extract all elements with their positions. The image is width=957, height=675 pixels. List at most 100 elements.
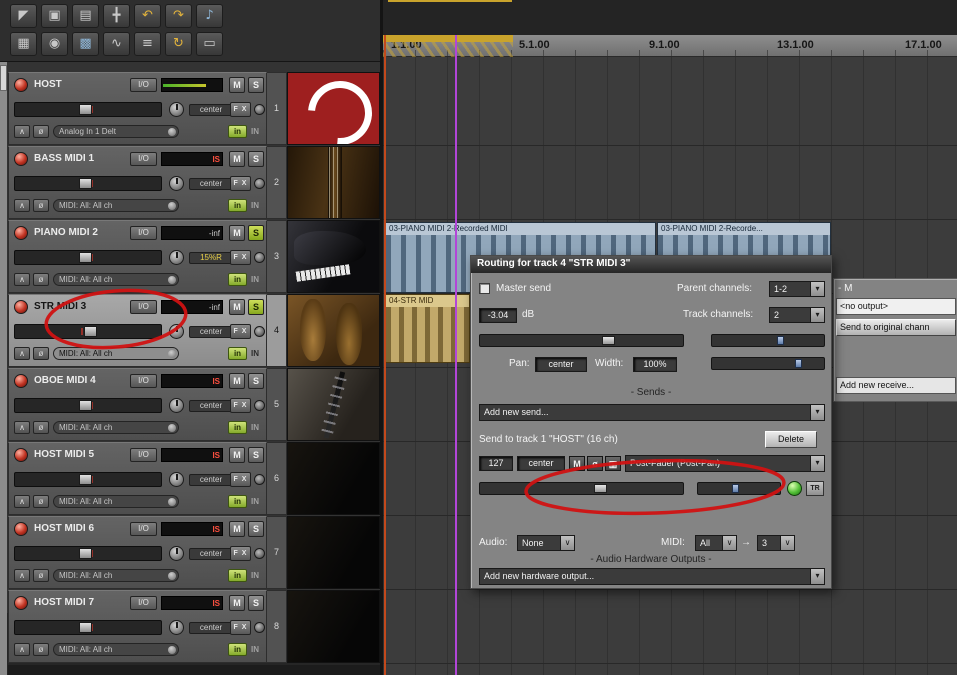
item-edit-icon[interactable]: ▣	[41, 4, 68, 28]
phase-button[interactable]: ø	[33, 273, 49, 286]
fx-button[interactable]: F X	[230, 176, 251, 191]
edit-cursor[interactable]	[455, 35, 457, 675]
fader-thumb[interactable]	[79, 178, 93, 189]
send-mono-stereo-icon[interactable]: ▥	[605, 456, 621, 471]
track-volume-fader[interactable]	[479, 334, 684, 347]
pan-knob[interactable]	[169, 250, 184, 265]
track-name[interactable]: BASS MIDI 1	[34, 153, 128, 164]
midi-editor-icon[interactable]: ≡	[134, 32, 161, 56]
marquee-select-icon[interactable]: ▤	[72, 4, 99, 28]
io-button[interactable]: I/O	[130, 596, 157, 610]
track-name[interactable]: HOST MIDI 5	[34, 449, 128, 460]
input-fx-button[interactable]: in	[228, 495, 247, 508]
play-cursor[interactable]	[384, 35, 386, 675]
dropdown-arrow-icon[interactable]: ∨	[780, 536, 794, 550]
phase-button[interactable]: ø	[33, 643, 49, 656]
send-pan-fader[interactable]	[697, 482, 781, 495]
fx-button[interactable]: F X	[230, 546, 251, 561]
routing-button[interactable]: MIDI: All: All ch	[53, 495, 179, 508]
pan-knob[interactable]	[169, 176, 184, 191]
solo-button[interactable]: S	[248, 225, 264, 241]
dropdown-arrow-icon[interactable]: ▾	[810, 405, 824, 420]
pointer-tool-icon[interactable]: ◤	[10, 4, 37, 28]
add-hardware-output-select[interactable]: Add new hardware output... ▾	[479, 568, 825, 585]
io-button[interactable]: I/O	[130, 78, 157, 92]
mixer-icon[interactable]: ▦	[10, 32, 37, 56]
fx-bypass-button[interactable]	[254, 326, 265, 337]
volume-fader[interactable]	[14, 472, 162, 487]
dropdown-arrow-icon[interactable]: ▾	[810, 569, 824, 584]
phase-button[interactable]: ø	[33, 199, 49, 212]
mute-button[interactable]: M	[229, 373, 245, 389]
mute-button[interactable]: M	[229, 225, 245, 241]
io-button[interactable]: I/O	[130, 522, 157, 536]
fx-bypass-button[interactable]	[254, 104, 265, 115]
fader-thumb[interactable]	[79, 104, 93, 115]
io-button[interactable]: I/O	[130, 152, 157, 166]
pan-knob[interactable]	[169, 102, 184, 117]
record-arm-button[interactable]	[14, 448, 28, 462]
fader-thumb[interactable]	[593, 484, 607, 493]
track-channels-select[interactable]: 2 ▾	[769, 307, 825, 323]
solo-button[interactable]: S	[248, 595, 264, 611]
record-arm-button[interactable]	[14, 226, 28, 240]
routing-button[interactable]: MIDI: All: All ch	[53, 199, 179, 212]
fader-thumb[interactable]	[776, 336, 784, 345]
track-pan-fader[interactable]	[711, 334, 825, 347]
track-name[interactable]: HOST MIDI 6	[34, 523, 128, 534]
pan-knob[interactable]	[169, 472, 184, 487]
send-mute-button[interactable]: M	[569, 456, 585, 471]
metronome-icon[interactable]: ♪	[196, 4, 223, 28]
fx-button[interactable]: F X	[230, 472, 251, 487]
send-volume-fader[interactable]	[479, 482, 684, 495]
folder-button[interactable]: ∧	[14, 421, 30, 434]
fx-button[interactable]: F X	[230, 102, 251, 117]
routing-button[interactable]: Analog In 1 Delt	[53, 125, 179, 138]
track-name[interactable]: STR MIDI 3	[34, 301, 128, 312]
dropdown-arrow-icon[interactable]: ▾	[810, 282, 824, 296]
mute-button[interactable]: M	[229, 77, 245, 93]
media-item-strings[interactable]: 04-STR MID	[385, 294, 470, 363]
tcp-scrollbar[interactable]	[0, 62, 7, 675]
volume-fader[interactable]	[14, 102, 162, 117]
volume-db-input[interactable]: -3.04	[479, 308, 517, 323]
phase-button[interactable]: ø	[33, 569, 49, 582]
fx-bypass-button[interactable]	[254, 178, 265, 189]
send-env-icon[interactable]	[787, 481, 802, 496]
io-button[interactable]: I/O	[130, 448, 157, 462]
fx-button[interactable]: F X	[230, 398, 251, 413]
solo-button[interactable]: S	[248, 77, 264, 93]
fader-thumb[interactable]	[79, 622, 93, 633]
record-arm-button[interactable]	[14, 152, 28, 166]
send-mode-select[interactable]: Post-Fader (Post-Pan) ▾	[625, 455, 825, 472]
fader-thumb[interactable]	[732, 484, 740, 493]
send-volume-input[interactable]: 127	[479, 456, 513, 471]
folder-button[interactable]: ∧	[14, 643, 30, 656]
phase-button[interactable]: ø	[33, 421, 49, 434]
record-arm-button[interactable]	[14, 78, 28, 92]
fx-button[interactable]: F X	[230, 324, 251, 339]
routing-button[interactable]: MIDI: All: All ch	[53, 347, 179, 360]
loop-icon[interactable]: ↻	[165, 32, 192, 56]
input-fx-button[interactable]: in	[228, 347, 247, 360]
solo-button[interactable]: S	[248, 151, 264, 167]
fader-thumb[interactable]	[601, 336, 615, 345]
input-fx-button[interactable]: in	[228, 569, 247, 582]
width-value-box[interactable]: 100%	[633, 357, 677, 372]
send-to-original-channels-button[interactable]: Send to original chann	[836, 319, 956, 336]
midi-dest-select[interactable]: 3 ∨	[757, 535, 795, 551]
record-arm-button[interactable]	[14, 374, 28, 388]
input-fx-button[interactable]: in	[228, 273, 247, 286]
redo-icon[interactable]: ↷	[165, 4, 192, 28]
track-width-fader[interactable]	[711, 357, 825, 370]
loop-selection-bar[interactable]	[383, 35, 513, 42]
folder-button[interactable]: ∧	[14, 199, 30, 212]
mute-button[interactable]: M	[229, 447, 245, 463]
track-name[interactable]: HOST	[34, 79, 128, 90]
phase-button[interactable]: ø	[33, 347, 49, 360]
actions-icon[interactable]: ╋	[103, 4, 130, 28]
fader-thumb[interactable]	[79, 474, 93, 485]
input-fx-button[interactable]: in	[228, 643, 247, 656]
io-button[interactable]: I/O	[130, 374, 157, 388]
tcp-scrollbar-thumb[interactable]	[0, 65, 7, 91]
